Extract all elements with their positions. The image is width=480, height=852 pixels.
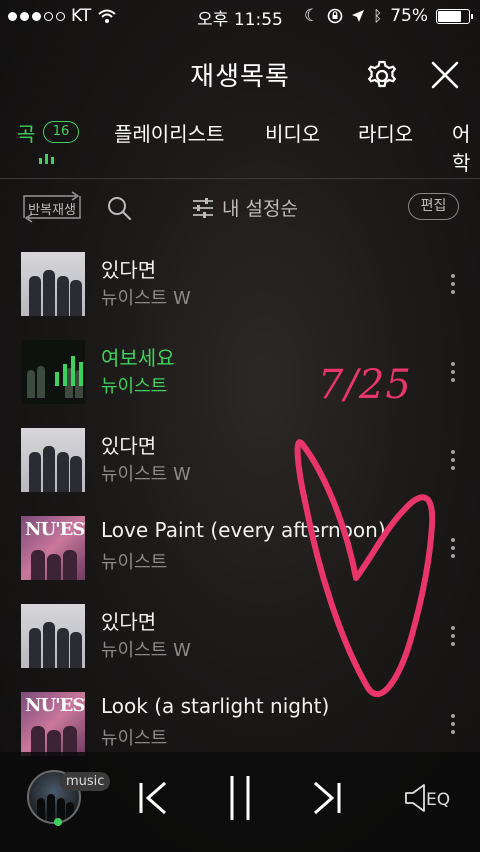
battery-icon	[436, 8, 473, 24]
repeat-button[interactable]: 반복재생	[20, 190, 84, 224]
gear-icon[interactable]	[364, 58, 400, 94]
moon-icon: ☾	[303, 6, 320, 26]
song-title: 있다면	[101, 434, 157, 458]
tab-videos[interactable]: 비디오	[265, 118, 320, 147]
bluetooth-icon: ᛒ	[373, 7, 383, 25]
song-artist: 뉴이스트	[101, 552, 168, 573]
more-options-icon[interactable]	[451, 714, 456, 738]
tab-language[interactable]: 어학	[452, 118, 480, 176]
page-title: 재생목록	[190, 62, 290, 92]
tab-radio[interactable]: 라디오	[358, 118, 413, 147]
song-artist: 뉴이스트	[101, 728, 168, 749]
edit-button[interactable]: 편집	[408, 193, 459, 220]
list-item[interactable]: 있다면 뉴이스트 W	[0, 604, 480, 692]
album-cover	[21, 340, 85, 404]
album-cover-logo: NU'EST	[25, 695, 85, 716]
status-dot	[54, 818, 62, 826]
more-options-icon[interactable]	[451, 362, 456, 386]
more-options-icon[interactable]	[451, 450, 456, 474]
more-options-icon[interactable]	[451, 626, 456, 650]
list-item[interactable]: 있다면 뉴이스트 W	[0, 428, 480, 516]
song-count-badge: 16	[43, 121, 79, 143]
song-artist: 뉴이스트 W	[101, 464, 191, 485]
album-cover	[21, 604, 85, 668]
battery-percent: 75%	[390, 6, 428, 26]
active-tab-indicator-icon	[39, 154, 54, 164]
now-playing-icon	[55, 356, 83, 386]
speaker-icon[interactable]	[404, 782, 428, 814]
song-artist: 뉴이스트 W	[101, 640, 191, 661]
list-item[interactable]: 있다면 뉴이스트 W	[0, 252, 480, 340]
song-title: 있다면	[101, 610, 157, 634]
rotation-lock-icon	[327, 8, 343, 24]
handwritten-date: 7/25	[318, 362, 412, 408]
status-right: ☾ ᛒ 75%	[303, 6, 473, 26]
song-artist: 뉴이스트 W	[101, 288, 191, 309]
search-icon[interactable]	[106, 195, 132, 221]
song-title: Love Paint (every afternoon)	[101, 518, 386, 542]
song-title: Look (a starlight night)	[101, 694, 330, 718]
song-artist: 뉴이스트	[101, 376, 168, 397]
album-cover	[21, 428, 85, 492]
song-title: 여보세요	[101, 346, 175, 370]
eq-label[interactable]: EQ	[426, 790, 450, 810]
list-item[interactable]: NU'EST Love Paint (every afternoon) 뉴이스트	[0, 516, 480, 604]
tab-playlists[interactable]: 플레이리스트	[114, 118, 224, 147]
more-options-icon[interactable]	[451, 538, 456, 562]
divider	[0, 178, 480, 179]
previous-track-icon[interactable]	[136, 780, 170, 816]
more-options-icon[interactable]	[451, 274, 456, 298]
song-title: 있다면	[101, 258, 157, 282]
tab-songs[interactable]: 곡	[17, 118, 35, 147]
album-cover: NU'EST	[21, 692, 85, 756]
next-track-icon[interactable]	[310, 780, 344, 816]
pause-icon[interactable]	[227, 774, 253, 822]
close-icon[interactable]	[430, 60, 460, 90]
sort-label: 내 설정순	[222, 198, 298, 220]
repeat-label: 반복재생	[28, 203, 76, 218]
album-cover-logo: NU'EST	[25, 519, 85, 540]
sort-button[interactable]: 내 설정순	[192, 194, 298, 221]
location-icon	[352, 10, 365, 22]
album-cover: NU'EST	[21, 516, 85, 580]
sliders-icon	[193, 197, 213, 218]
status-bar: KT 오후 11:55 ☾ ᛒ 75%	[0, 0, 480, 32]
album-cover	[21, 252, 85, 316]
music-badge: music	[60, 772, 111, 791]
